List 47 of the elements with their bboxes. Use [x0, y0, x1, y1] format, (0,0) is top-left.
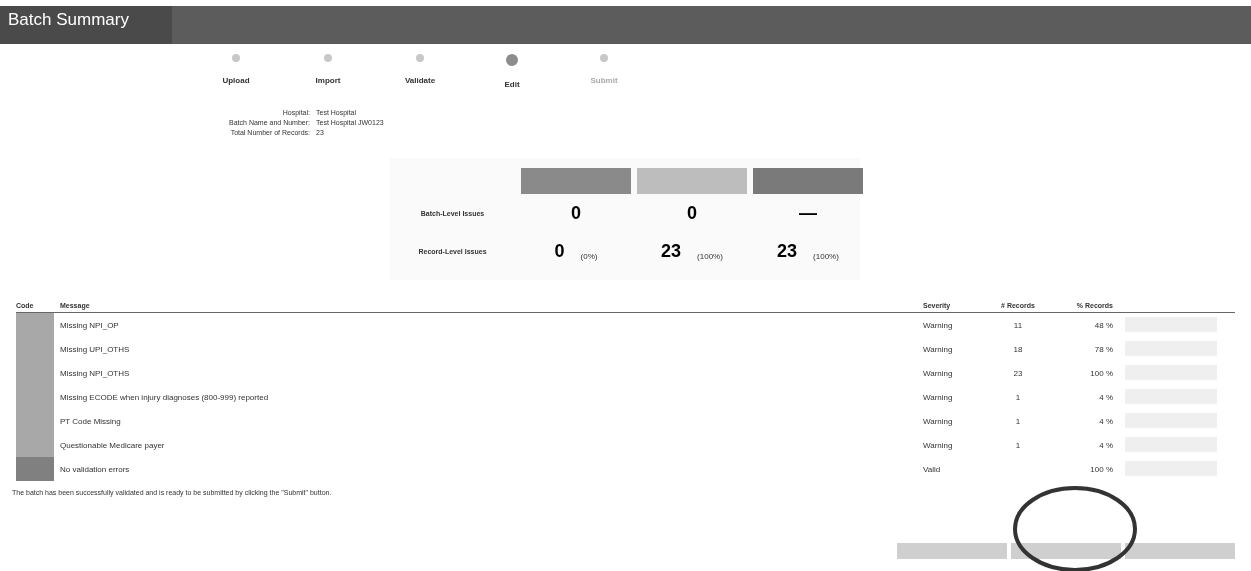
records-cell-text: 18 [1012, 344, 1024, 354]
severity-cell-text: Warning [923, 392, 954, 402]
summary-percent: (0%) [580, 251, 598, 261]
step-label: Upload [222, 76, 250, 85]
summary-count: 23 [661, 240, 682, 262]
message-cell-text: Questionable Medicare payer [60, 440, 166, 450]
severity-cell-text: Warning [923, 320, 954, 330]
page-title: Batch Summary [8, 10, 129, 30]
step-label: Edit [504, 80, 520, 89]
code-block [16, 457, 54, 481]
records-cell-text: 23 [1012, 368, 1024, 378]
footer-button[interactable] [1125, 543, 1235, 559]
percent-cell-text: 48 % [1093, 320, 1113, 330]
code-block [16, 433, 54, 457]
message-cell-text: Missing UPI_OTHS [60, 344, 131, 354]
records-cell-text: 1 [1014, 440, 1022, 450]
summary-percent: (100%) [813, 251, 839, 261]
records-cell-text: 11 [1012, 320, 1024, 330]
summary-percent: (100%) [697, 251, 723, 261]
message-cell-text: Missing NPI_OTHS [60, 368, 131, 378]
percent-cell-text: 4 % [1098, 440, 1113, 450]
severity-cell-text: Warning [923, 416, 954, 426]
summary-count: 23 [777, 240, 798, 262]
summary-count: — [799, 202, 817, 224]
severity-cell-text: Valid [923, 464, 942, 474]
severity-cell-text: Warning [923, 368, 954, 378]
footer-button[interactable] [1011, 543, 1121, 559]
message-cell-text: Missing NPI_OP [60, 320, 120, 330]
summary-count: 0 [554, 240, 565, 262]
step-label: Validate [404, 76, 436, 85]
percent-cell-text: 100 % [1089, 368, 1113, 378]
summary-count: 0 [687, 202, 697, 224]
percent-cell-text: 4 % [1098, 416, 1113, 426]
percent-cell-text: 4 % [1098, 392, 1113, 402]
message-cell-text: Missing ECODE when injury diagnoses (800-999) reported [60, 392, 270, 402]
percent-cell-text: 100 % [1089, 464, 1113, 474]
records-cell-text: 1 [1014, 392, 1022, 402]
summary-count: 0 [571, 202, 581, 224]
step-label: Import [315, 76, 341, 85]
percent-cell-text: 78 % [1093, 344, 1113, 354]
records-cell-text: 1 [1014, 416, 1022, 426]
severity-cell-text: Warning [923, 344, 954, 354]
code-block [16, 313, 54, 337]
message-cell-text: No validation errors [60, 464, 131, 474]
message-cell-text: PT Code Missing [60, 416, 122, 426]
severity-cell-text: Warning [923, 440, 954, 450]
step-label: Submit [590, 76, 618, 85]
